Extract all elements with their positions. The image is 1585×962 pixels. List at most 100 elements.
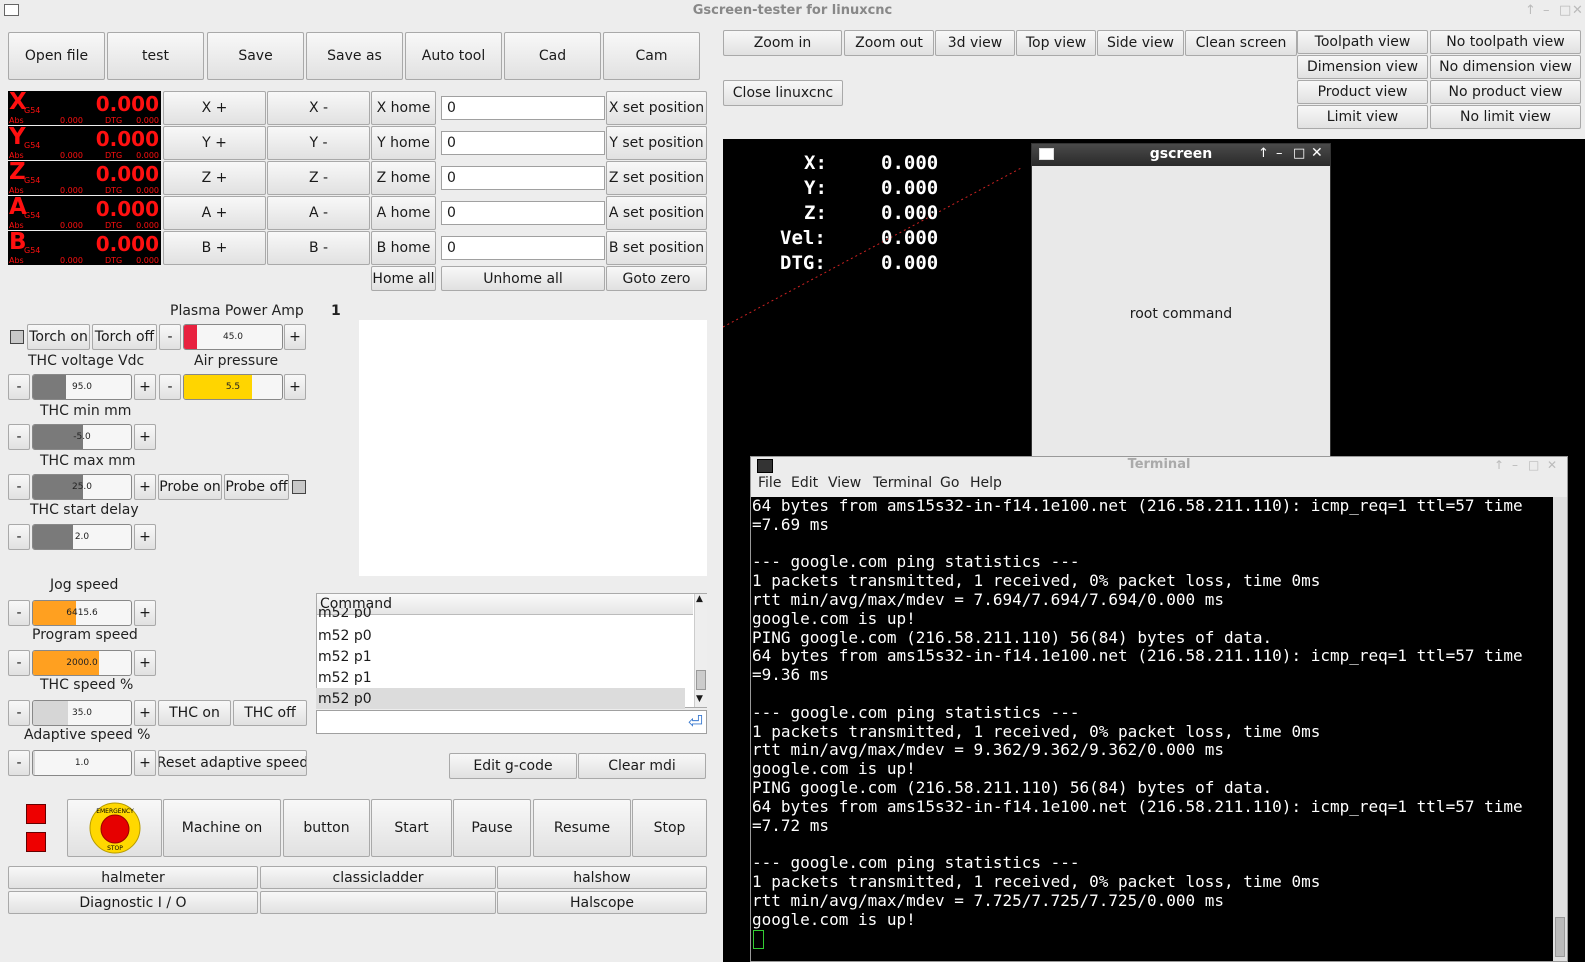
thc-min-plus-button[interactable]: +	[134, 424, 156, 450]
terminal-output[interactable]: 64 bytes from ams15s32-in-f14.1e100.net …	[751, 497, 1553, 961]
jog-minus-button[interactable]: -	[8, 600, 30, 626]
torch-on-button[interactable]: Torch on	[27, 324, 90, 350]
y-home-button[interactable]: Y home	[371, 126, 436, 160]
terminal-scroll-thumb[interactable]	[1555, 917, 1565, 957]
terminal-close-icon[interactable]: ✕	[1547, 458, 1557, 472]
dialog-minimize-icon[interactable]: –	[1276, 146, 1283, 161]
cam-button[interactable]: Cam	[603, 32, 700, 80]
terminal-maximize-icon[interactable]: □	[1528, 458, 1539, 472]
test-button[interactable]: test	[107, 32, 204, 80]
list-item[interactable]: m52 p0	[316, 625, 685, 646]
top-view-button[interactable]: Top view	[1016, 30, 1096, 56]
reset-adaptive-button[interactable]: Reset adaptive speed	[158, 750, 307, 776]
jog-z-minus-button[interactable]: Z -	[267, 161, 370, 195]
jog-a-plus-button[interactable]: A +	[163, 196, 266, 230]
side-view-button[interactable]: Side view	[1097, 30, 1184, 56]
z-set-position-button[interactable]: Z set position	[606, 161, 707, 195]
thc-max-slider[interactable]: 25.0	[32, 474, 132, 500]
auto-tool-button[interactable]: Auto tool	[405, 32, 502, 80]
cad-button[interactable]: Cad	[504, 32, 601, 80]
diagnostic-i-o-button[interactable]: Diagnostic I / O	[8, 891, 258, 914]
close-icon[interactable]: ✕	[1572, 3, 1583, 18]
dialog-up-icon[interactable]: ↑	[1258, 146, 1269, 161]
terminal-menu-file[interactable]: File	[758, 475, 781, 491]
no-product-view-button[interactable]: No product view	[1430, 80, 1581, 104]
program-plus-button[interactable]: +	[134, 650, 156, 676]
x-home-button[interactable]: X home	[371, 91, 436, 125]
edit-gcode-button[interactable]: Edit g-code	[449, 753, 577, 779]
machine-on-button[interactable]: Machine on	[163, 799, 281, 857]
unhome-all-button[interactable]: Unhome all	[441, 266, 605, 291]
jog-y-plus-button[interactable]: Y +	[163, 126, 266, 160]
jog-x-plus-button[interactable]: X +	[163, 91, 266, 125]
thc-delay-plus-button[interactable]: +	[134, 524, 156, 550]
limit-view-button[interactable]: Limit view	[1297, 105, 1428, 129]
thc-speed-slider[interactable]: 35.0	[32, 700, 132, 726]
list-item[interactable]: m52 p1	[316, 646, 685, 667]
jog-x-minus-button[interactable]: X -	[267, 91, 370, 125]
z-home-button[interactable]: Z home	[371, 161, 436, 195]
home-all-button[interactable]: Home all	[371, 266, 436, 291]
3d-view-button[interactable]: 3d view	[935, 30, 1015, 56]
scroll-thumb[interactable]	[696, 670, 706, 690]
thc-speed-plus-button[interactable]: +	[134, 700, 156, 726]
terminal-up-icon[interactable]: ↑	[1494, 458, 1504, 472]
terminal-scrollbar[interactable]	[1553, 497, 1567, 961]
a-position-input[interactable]: 0	[441, 201, 605, 225]
y-position-input[interactable]: 0	[441, 131, 605, 155]
a-set-position-button[interactable]: A set position	[606, 196, 707, 230]
goto-zero-button[interactable]: Goto zero	[606, 266, 707, 291]
thc-delay-slider[interactable]: 2.0	[32, 524, 132, 550]
product-view-button[interactable]: Product view	[1297, 80, 1428, 104]
power-slider[interactable]: 45.0	[183, 324, 283, 350]
halshow-button[interactable]: halshow	[497, 866, 707, 889]
adaptive-speed-slider[interactable]: 1.0	[32, 750, 132, 776]
dialog-maximize-icon[interactable]: □	[1293, 146, 1305, 161]
maximize-icon[interactable]: □	[1559, 3, 1571, 18]
list-item[interactable]: m52 p1	[316, 667, 685, 688]
thc-voltage-slider[interactable]: 95.0	[32, 374, 132, 400]
clean-screen-button[interactable]: Clean screen	[1185, 30, 1297, 56]
terminal-menu-help[interactable]: Help	[970, 475, 1002, 491]
clear-mdi-button[interactable]: Clear mdi	[578, 753, 706, 779]
air-slider[interactable]: 5.5	[183, 374, 283, 400]
estop-button[interactable]: EMERGENCY STOP	[67, 799, 162, 857]
list-item[interactable]: m52 p0	[316, 688, 685, 709]
x-set-position-button[interactable]: X set position	[606, 91, 707, 125]
maximize-up-icon[interactable]: ↑	[1525, 3, 1536, 18]
minimize-icon[interactable]: –	[1543, 3, 1550, 18]
list-item[interactable]: m52 p0	[316, 608, 685, 618]
enter-icon[interactable]: ⏎	[688, 712, 703, 733]
y-set-position-button[interactable]: Y set position	[606, 126, 707, 160]
program-minus-button[interactable]: -	[8, 650, 30, 676]
no-dimension-view-button[interactable]: No dimension view	[1430, 55, 1581, 79]
save-as-button[interactable]: Save as	[306, 32, 403, 80]
dimension-view-button[interactable]: Dimension view	[1297, 55, 1428, 79]
probe-checkbox[interactable]	[292, 480, 306, 494]
resume-button[interactable]: Resume	[533, 799, 631, 857]
mdi-input[interactable]	[316, 710, 707, 734]
power-plus-button[interactable]: +	[284, 324, 306, 350]
close-linuxcnc-button[interactable]: Close linuxcnc	[723, 80, 843, 106]
command-scrollbar[interactable]: ▲ ▼	[694, 594, 707, 707]
probe-on-button[interactable]: Probe on	[158, 474, 222, 500]
adaptive-minus-button[interactable]: -	[8, 750, 30, 776]
terminal-menu-terminal[interactable]: Terminal	[873, 475, 932, 491]
thc-speed-minus-button[interactable]: -	[8, 700, 30, 726]
dialog-close-icon[interactable]: ✕	[1311, 145, 1323, 161]
terminal-menu-edit[interactable]: Edit	[791, 475, 818, 491]
button-button[interactable]: button	[283, 799, 370, 857]
toolpath-view-button[interactable]: Toolpath view	[1297, 30, 1428, 54]
thc-min-slider[interactable]: -5.0	[32, 424, 132, 450]
halscope-button[interactable]: Halscope	[497, 891, 707, 914]
air-plus-button[interactable]: +	[284, 374, 306, 400]
jog-a-minus-button[interactable]: A -	[267, 196, 370, 230]
halmeter-button[interactable]: halmeter	[8, 866, 258, 889]
save-button[interactable]: Save	[207, 32, 304, 80]
blank-button[interactable]	[260, 891, 496, 914]
adaptive-plus-button[interactable]: +	[134, 750, 156, 776]
thc-on-button[interactable]: THC on	[158, 700, 231, 726]
no-toolpath-view-button[interactable]: No toolpath view	[1430, 30, 1581, 54]
a-home-button[interactable]: A home	[371, 196, 436, 230]
stop-button[interactable]: Stop	[632, 799, 707, 857]
